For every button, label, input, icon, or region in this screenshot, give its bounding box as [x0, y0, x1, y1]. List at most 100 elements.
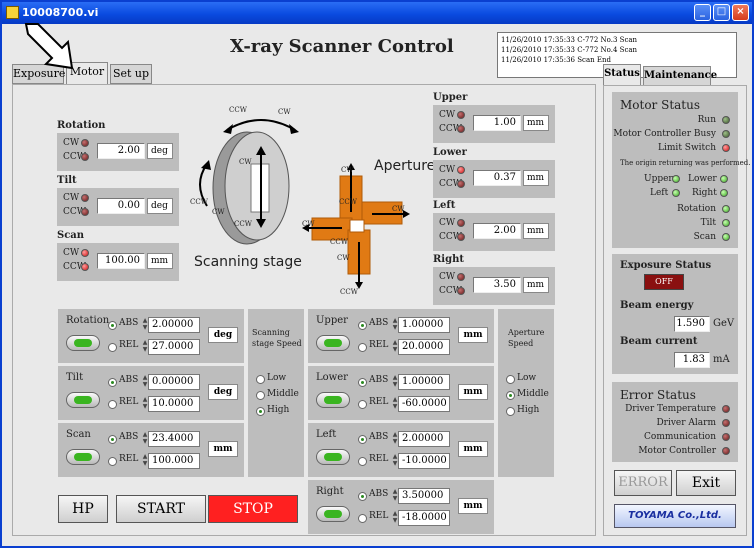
left-abs-input[interactable]: 2.00000: [398, 431, 450, 447]
stage-speed-middle-radio[interactable]: [256, 391, 265, 400]
right-rel-input[interactable]: -18.0000: [398, 510, 450, 526]
stage-speed-high-radio[interactable]: [256, 407, 265, 416]
lower-rel-input[interactable]: -60.0000: [398, 396, 450, 412]
tilt-abs-radio[interactable]: [108, 378, 117, 387]
start-button[interactable]: START: [116, 495, 206, 523]
driver-temperature-label: Driver Temperature: [625, 404, 716, 414]
limit-switch-led: [722, 144, 730, 152]
close-button[interactable]: ×: [732, 4, 749, 21]
high-label: High: [517, 405, 540, 415]
tilt-move-panel: Tilt ABS REL ▲ ▼ 0.00000 ▲ ▼ 10.0000 deg: [58, 366, 244, 420]
upper-go-toggle[interactable]: [316, 335, 350, 351]
left-rel-radio[interactable]: [358, 457, 367, 466]
right-abs-input[interactable]: 3.50000: [398, 488, 450, 504]
unit-mm-button[interactable]: mm: [458, 498, 488, 514]
left-value: 2.00: [473, 223, 521, 239]
scan-abs-input[interactable]: 23.4000: [148, 431, 200, 447]
error-button[interactable]: ERROR: [614, 470, 672, 496]
tilt-rel-radio[interactable]: [108, 400, 117, 409]
lower-rel-radio[interactable]: [358, 400, 367, 409]
hp-button[interactable]: HP: [58, 495, 108, 523]
cw-label: CW: [439, 165, 456, 175]
company-logo: TOYAMA Co.,Ltd.: [614, 504, 736, 528]
aperture-speed-high-radio[interactable]: [506, 407, 515, 416]
lower-group-label: Lower: [433, 147, 467, 158]
left-go-toggle[interactable]: [316, 449, 350, 465]
unit-mm-button[interactable]: mm: [458, 441, 488, 457]
right-rel-radio[interactable]: [358, 514, 367, 523]
rotation-abs-input[interactable]: 2.00000: [148, 317, 200, 333]
right-status-led: [720, 189, 728, 197]
lower-move-panel: Lower ABS REL ▲ ▼ 1.00000 ▲ ▼ -60.0000 mm: [308, 366, 494, 420]
scan-go-toggle[interactable]: [66, 449, 100, 465]
cw-led: [457, 166, 465, 174]
tab-status[interactable]: Status: [603, 64, 641, 86]
rotation-rel-input[interactable]: 27.0000: [148, 339, 200, 355]
right-indicator: CW CCW 3.50 mm: [433, 267, 555, 305]
upper-rel-input[interactable]: 20.0000: [398, 339, 450, 355]
rotation-status-label: Rotation: [677, 204, 716, 214]
rotation-value: 2.00: [97, 143, 145, 159]
rotation-go-toggle[interactable]: [66, 335, 100, 351]
unit-deg-button[interactable]: deg: [208, 384, 238, 400]
rotation-abs-radio[interactable]: [108, 321, 117, 330]
scan-group-label: Scan: [57, 230, 85, 241]
aperture-speed-middle-radio[interactable]: [506, 391, 515, 400]
lower-go-toggle[interactable]: [316, 392, 350, 408]
upper-abs-input[interactable]: 1.00000: [398, 317, 450, 333]
lower-abs-input[interactable]: 1.00000: [398, 374, 450, 390]
cw-led: [457, 219, 465, 227]
abs-label: ABS: [369, 375, 389, 385]
exit-button[interactable]: Exit: [676, 470, 736, 496]
upper-rel-radio[interactable]: [358, 343, 367, 352]
abs-label: ABS: [119, 375, 139, 385]
rotation-group-label: Rotation: [57, 120, 106, 131]
stage-speed-title: Scanning stage Speed: [252, 328, 302, 348]
scan-abs-radio[interactable]: [108, 435, 117, 444]
stop-button[interactable]: STOP: [208, 495, 298, 523]
tab-setup[interactable]: Set up: [110, 64, 152, 84]
rel-label: REL: [369, 397, 389, 407]
right-go-toggle[interactable]: [316, 506, 350, 522]
run-led: [722, 116, 730, 124]
lower-unit: mm: [523, 170, 549, 186]
upper-status-led: [672, 175, 680, 183]
lower-abs-radio[interactable]: [358, 378, 367, 387]
scan-status-label: Scan: [693, 232, 716, 242]
unit-mm-button[interactable]: mm: [458, 384, 488, 400]
rotation-rel-radio[interactable]: [108, 343, 117, 352]
ccw-label: CCW: [339, 198, 357, 206]
tilt-abs-input[interactable]: 0.00000: [148, 374, 200, 390]
right-abs-radio[interactable]: [358, 492, 367, 501]
ccw-led: [81, 208, 89, 216]
unit-mm-button[interactable]: mm: [458, 327, 488, 343]
maximize-button[interactable]: □: [713, 4, 730, 21]
minimize-button[interactable]: _: [694, 4, 711, 21]
ccw-led: [457, 125, 465, 133]
cw-label: CW: [239, 158, 252, 166]
unit-mm-button[interactable]: mm: [208, 441, 238, 457]
error-status-title: Error Status: [620, 388, 696, 402]
scan-status-led: [722, 233, 730, 241]
tilt-rel-input[interactable]: 10.0000: [148, 396, 200, 412]
scan-rel-radio[interactable]: [108, 457, 117, 466]
tilt-go-toggle[interactable]: [66, 392, 100, 408]
ccw-led: [81, 263, 89, 271]
scan-rel-input[interactable]: 100.000: [148, 453, 200, 469]
left-rel-input[interactable]: -10.0000: [398, 453, 450, 469]
motor-status-title: Motor Status: [620, 98, 701, 112]
rel-label: REL: [369, 454, 389, 464]
communication-label: Communication: [644, 432, 716, 442]
upper-abs-radio[interactable]: [358, 321, 367, 330]
log-line: 11/26/2010 17:35:33 C-772 No.3 Scan: [501, 36, 638, 44]
tab-maintenance[interactable]: Maintenance: [643, 66, 717, 86]
ccw-label: CCW: [190, 198, 208, 206]
stage-speed-low-radio[interactable]: [256, 375, 265, 384]
unit-deg-button[interactable]: deg: [208, 327, 238, 343]
right-unit: mm: [523, 277, 549, 293]
upper-status-label: Upper: [644, 174, 673, 184]
left-abs-radio[interactable]: [358, 435, 367, 444]
abs-label: ABS: [369, 318, 389, 328]
abs-label: ABS: [369, 489, 389, 499]
aperture-speed-low-radio[interactable]: [506, 375, 515, 384]
